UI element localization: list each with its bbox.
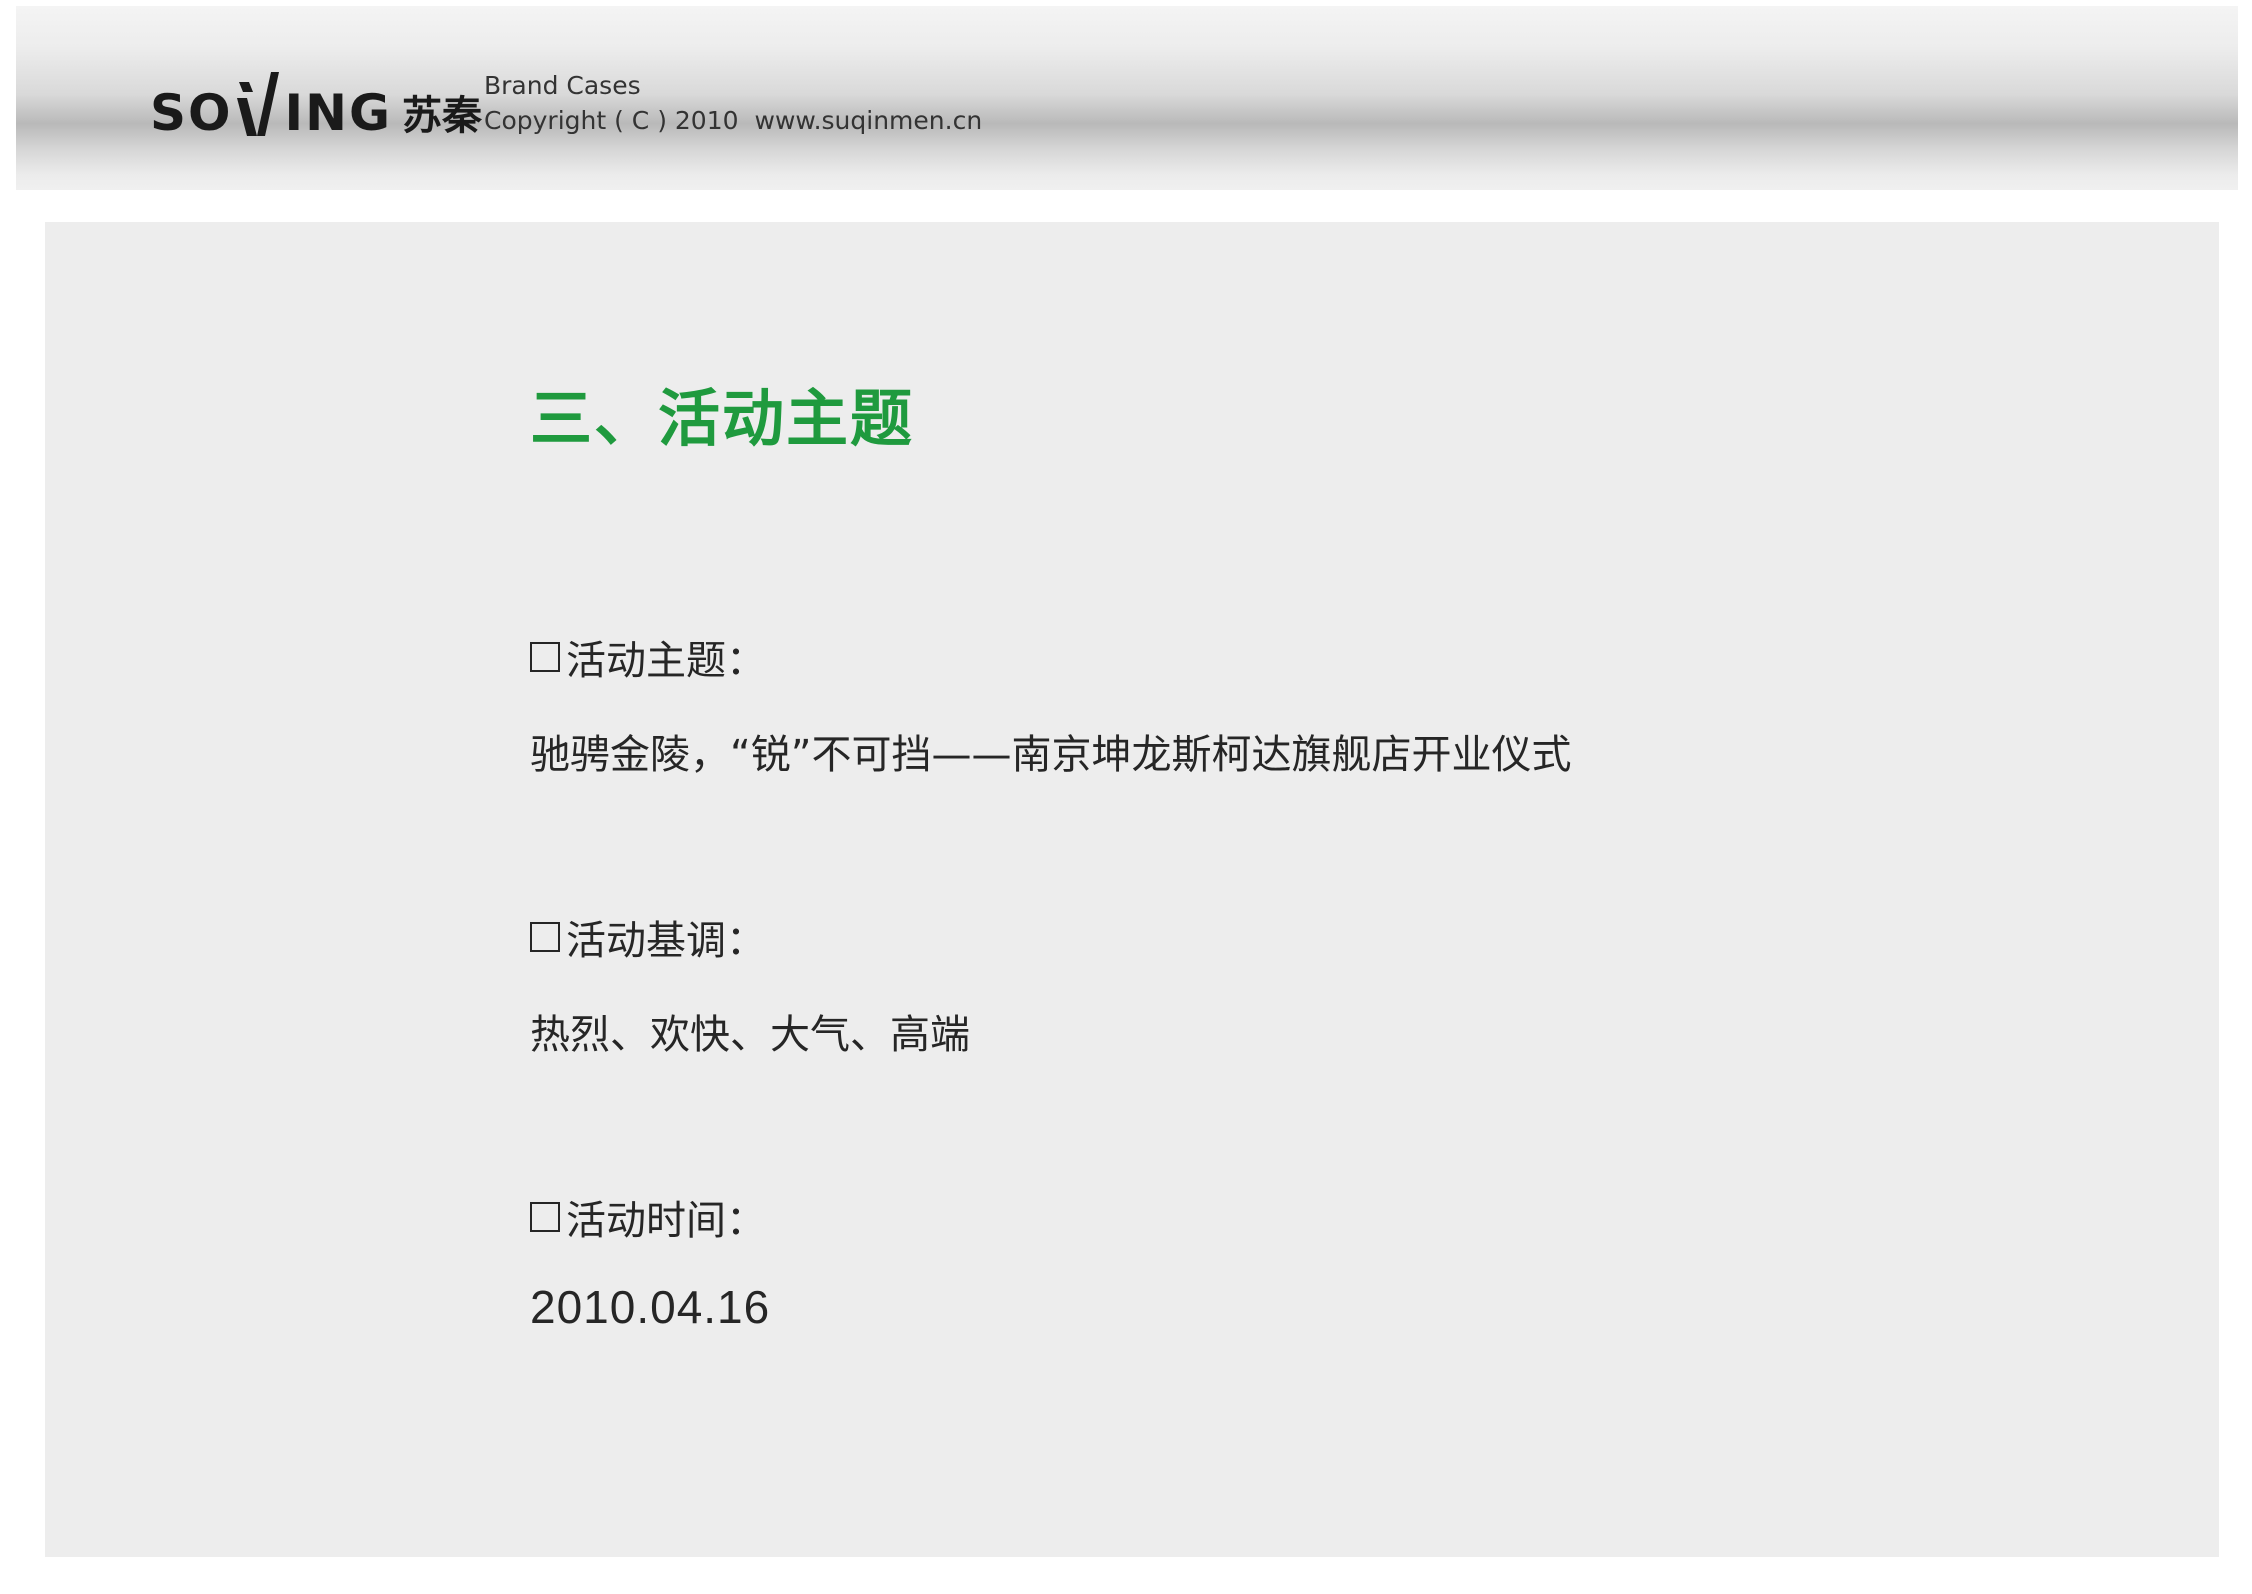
item-label-text: 活动主题： — [566, 638, 766, 684]
checkbox-icon — [530, 922, 560, 952]
copyright-line: Copyright ( C ) 2010 www.suqinmen.cn — [484, 103, 982, 138]
logo-latin-right: ING — [284, 84, 393, 142]
header-text: Brand Cases Copyright ( C ) 2010 www.suqi… — [484, 68, 982, 138]
checkbox-icon — [530, 642, 560, 672]
section-title: 三、活动主题 — [530, 382, 915, 455]
stylized-x-mark-icon — [236, 72, 279, 136]
page: SO ING 苏秦 Brand Cases Copyright ( C ) 20… — [0, 0, 2252, 1594]
content-panel — [45, 222, 2219, 1557]
website-link[interactable]: www.suqinmen.cn — [755, 106, 983, 135]
item-label-text: 活动基调： — [566, 918, 766, 964]
item-value-tone: 热烈、欢快、大气、高端 — [530, 1012, 970, 1058]
item-label-tone: 活动基调： — [530, 908, 766, 966]
item-label-time: 活动时间： — [530, 1188, 766, 1246]
brand-cases-label: Brand Cases — [484, 71, 641, 100]
item-value-time: 2010.04.16 — [530, 1281, 771, 1333]
item-label-text: 活动时间： — [566, 1198, 766, 1244]
logo-chinese: 苏秦 — [402, 93, 483, 139]
item-value-theme: 驰骋金陵，“锐”不可挡——南京坤龙斯柯达旗舰店开业仪式 — [530, 732, 1572, 778]
logo-latin-left: SO — [150, 84, 233, 142]
soxing-logo: SO ING 苏秦 — [150, 58, 482, 138]
item-label-theme: 活动主题： — [530, 628, 766, 686]
copyright-text: Copyright ( C ) 2010 — [484, 106, 739, 135]
checkbox-icon — [530, 1202, 560, 1232]
